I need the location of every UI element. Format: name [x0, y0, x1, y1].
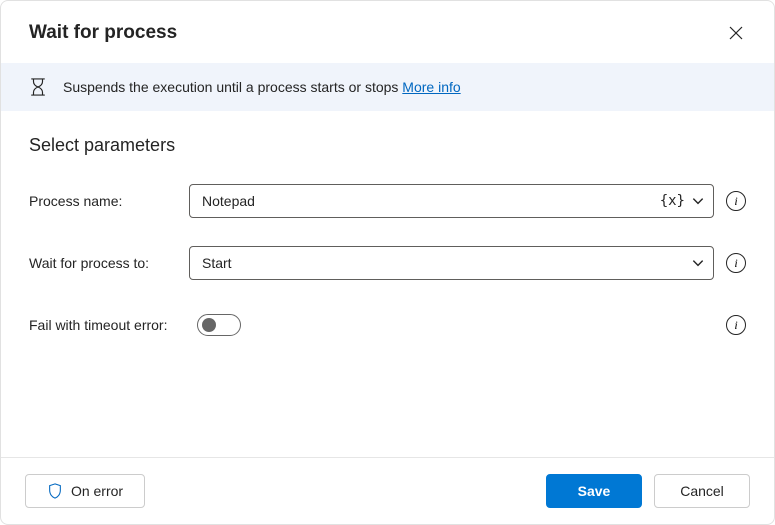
shield-icon	[47, 483, 63, 499]
dialog-title: Wait for process	[29, 22, 177, 44]
process-name-input[interactable]: Notepad {x}	[189, 184, 714, 218]
banner-text: Suspends the execution until a process s…	[63, 79, 402, 95]
process-name-label: Process name:	[29, 193, 189, 209]
variable-icon[interactable]: {x}	[660, 193, 685, 209]
chevron-down-icon	[691, 256, 705, 270]
toggle-knob	[202, 318, 216, 332]
chevron-down-icon	[691, 194, 705, 208]
on-error-label: On error	[71, 483, 123, 499]
fail-timeout-toggle[interactable]	[197, 314, 241, 336]
more-info-link[interactable]: More info	[402, 79, 460, 95]
close-button[interactable]	[720, 17, 752, 49]
hourglass-icon	[29, 78, 47, 96]
wait-for-label: Wait for process to:	[29, 255, 189, 271]
fail-timeout-label: Fail with timeout error:	[29, 317, 197, 333]
cancel-button[interactable]: Cancel	[654, 474, 750, 508]
wait-for-info[interactable]: i	[726, 253, 746, 273]
section-title: Select parameters	[29, 135, 746, 156]
on-error-button[interactable]: On error	[25, 474, 145, 508]
process-name-info[interactable]: i	[726, 191, 746, 211]
process-name-value: Notepad	[202, 193, 660, 209]
wait-for-value: Start	[202, 255, 691, 271]
save-button[interactable]: Save	[546, 474, 642, 508]
info-banner: Suspends the execution until a process s…	[1, 63, 774, 111]
fail-timeout-info[interactable]: i	[726, 315, 746, 335]
close-icon	[729, 26, 743, 40]
wait-for-select[interactable]: Start	[189, 246, 714, 280]
